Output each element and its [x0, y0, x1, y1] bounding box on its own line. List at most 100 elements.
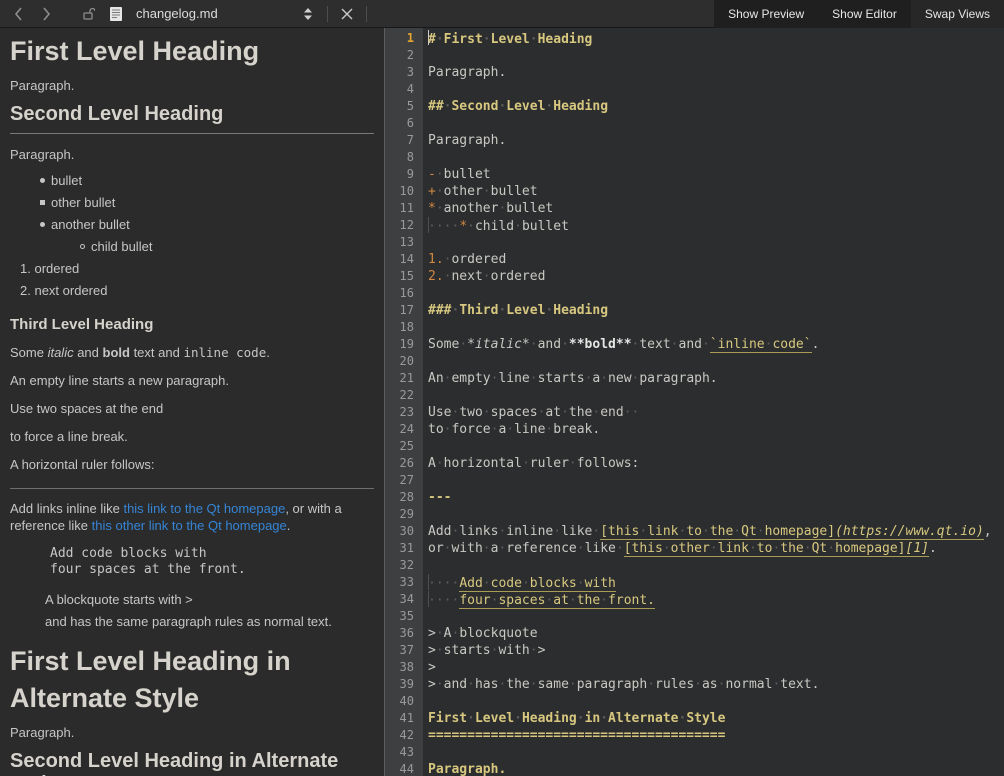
list-item: other bullet	[10, 192, 374, 214]
editor-line[interactable]: Some·*italic*·and·**bold**·text·and·`inl…	[428, 336, 1004, 353]
qt-homepage-link[interactable]: this link to the Qt homepage	[123, 501, 285, 516]
code-token: force	[451, 422, 490, 437]
code-token: the	[569, 405, 592, 420]
editor-line[interactable]: Paragraph.	[428, 64, 1004, 81]
editor-line[interactable]: ····*·child·bullet	[428, 217, 1004, 234]
editor-line[interactable]: +·other·bullet	[428, 183, 1004, 200]
editor-line[interactable]	[428, 506, 1004, 523]
show-preview-button[interactable]: Show Preview	[714, 0, 818, 28]
code-token: ·	[530, 337, 538, 352]
editor-line[interactable]	[428, 693, 1004, 710]
preview-paragraph: Paragraph.	[10, 725, 374, 740]
editor-line[interactable]: Use·two·spaces·at·the·end··	[428, 404, 1004, 421]
editor-line[interactable]	[428, 557, 1004, 574]
editor-line[interactable]: ##·Second·Level·Heading	[428, 98, 1004, 115]
text-run: .	[266, 345, 270, 360]
editor-line[interactable]	[428, 608, 1004, 625]
show-editor-button[interactable]: Show Editor	[818, 0, 911, 28]
editor-line[interactable]: >·and·has·the·same·paragraph·rules·as·no…	[428, 676, 1004, 693]
preview-paragraph: Use two spaces at the end	[10, 401, 374, 416]
editor-line[interactable]: An·empty·line·starts·a·new·paragraph.	[428, 370, 1004, 387]
open-document-name[interactable]: changelog.md	[136, 6, 286, 21]
line-number: 37	[385, 642, 423, 659]
code-token: bullet	[522, 219, 569, 234]
editor-lines[interactable]: #·First·Level·HeadingParagraph.##·Second…	[423, 28, 1004, 776]
lock-toggle-button[interactable]	[76, 2, 100, 26]
line-number: 20	[385, 353, 423, 370]
preview-code-block: Add code blocks with four spaces at the …	[50, 546, 374, 578]
forward-button[interactable]	[34, 2, 58, 26]
code-token: the	[710, 524, 733, 540]
text-run: and	[74, 345, 103, 360]
list-item-text: other bullet	[51, 195, 115, 210]
editor-line[interactable]: Add·links·inline·like·[this·link·to·the·…	[428, 523, 1004, 540]
editor-line[interactable]: to·force·a·line·break.	[428, 421, 1004, 438]
code-token: Heading	[538, 32, 593, 47]
code-token: Paragraph.	[428, 65, 506, 80]
bold-text: bold	[103, 345, 130, 360]
list-item-text: ordered	[34, 261, 79, 276]
editor-line[interactable]	[428, 81, 1004, 98]
editor-line[interactable]	[428, 387, 1004, 404]
code-token: >	[538, 643, 546, 658]
editor-line[interactable]	[428, 115, 1004, 132]
swap-views-button[interactable]: Swap Views	[911, 0, 1004, 28]
editor-line[interactable]	[428, 353, 1004, 370]
list-item-text: child bullet	[91, 239, 152, 254]
editor-line[interactable]: *·another·bullet	[428, 200, 1004, 217]
code-token: Paragraph.	[428, 133, 506, 148]
editor-line[interactable]: ····four·spaces·at·the·front.	[428, 591, 1004, 608]
editor-gutter[interactable]: 1234567891011121314151617181920212223242…	[385, 28, 423, 776]
code-token: next	[451, 269, 482, 284]
editor-line[interactable]	[428, 744, 1004, 761]
code-token: code	[491, 576, 522, 592]
close-icon	[341, 8, 353, 20]
editor-line[interactable]	[428, 285, 1004, 302]
toolbar-separator	[366, 6, 367, 22]
editor-line[interactable]	[428, 234, 1004, 251]
line-number: 17	[385, 302, 423, 319]
code-token: to	[757, 541, 773, 557]
editor-line[interactable]	[428, 47, 1004, 64]
code-token: ·	[522, 576, 530, 592]
editor-line[interactable]	[428, 319, 1004, 336]
editor-line[interactable]	[428, 472, 1004, 489]
list-item-text: next ordered	[34, 283, 107, 298]
editor-line[interactable]: >·A·blockquote	[428, 625, 1004, 642]
editor-line[interactable]: >·starts·with·>	[428, 642, 1004, 659]
markdown-preview-pane[interactable]: First Level Heading Paragraph. Second Le…	[0, 28, 385, 776]
qt-homepage-reference-link[interactable]: this other link to the Qt homepage	[92, 518, 287, 533]
editor-line[interactable]: >	[428, 659, 1004, 676]
code-token: ·	[436, 32, 444, 47]
code-token: rules	[655, 677, 694, 692]
markdown-source-editor-pane[interactable]: 1234567891011121314151617181920212223242…	[385, 28, 1004, 776]
editor-line[interactable]: ····Add·code·blocks·with	[428, 574, 1004, 591]
editor-line[interactable]: Paragraph.	[428, 761, 1004, 776]
editor-line[interactable]: First·Level·Heading·in·Alternate·Style	[428, 710, 1004, 727]
code-token: child	[475, 219, 514, 234]
editor-line[interactable]: #·First·Level·Heading	[428, 30, 1004, 47]
editor-line[interactable]	[428, 149, 1004, 166]
editor-line[interactable]	[428, 438, 1004, 455]
code-token: ·	[647, 677, 655, 692]
code-token: ·	[616, 541, 624, 556]
editor-line[interactable]: Paragraph.	[428, 132, 1004, 149]
back-button[interactable]	[6, 2, 30, 26]
code-token: spaces	[498, 593, 545, 609]
code-token: like	[561, 524, 592, 539]
line-number: 34	[385, 591, 423, 608]
code-token: *	[459, 219, 467, 234]
editor-line[interactable]: ---	[428, 489, 1004, 506]
editor-line[interactable]: 2.·next·ordered	[428, 268, 1004, 285]
close-document-button[interactable]	[335, 2, 359, 26]
editor-line[interactable]: ###·Third·Level·Heading	[428, 302, 1004, 319]
editor-line[interactable]: 1.·ordered	[428, 251, 1004, 268]
document-selector-button[interactable]	[296, 2, 320, 26]
code-token: Use	[428, 405, 451, 420]
editor-line[interactable]: ======================================	[428, 727, 1004, 744]
code-token: homepage]	[835, 541, 905, 557]
editor-line[interactable]: or·with·a·reference·like·[this·other·lin…	[428, 540, 1004, 557]
code-token: >	[428, 643, 436, 658]
editor-line[interactable]: -·bullet	[428, 166, 1004, 183]
editor-line[interactable]: A·horizontal·ruler·follows:	[428, 455, 1004, 472]
